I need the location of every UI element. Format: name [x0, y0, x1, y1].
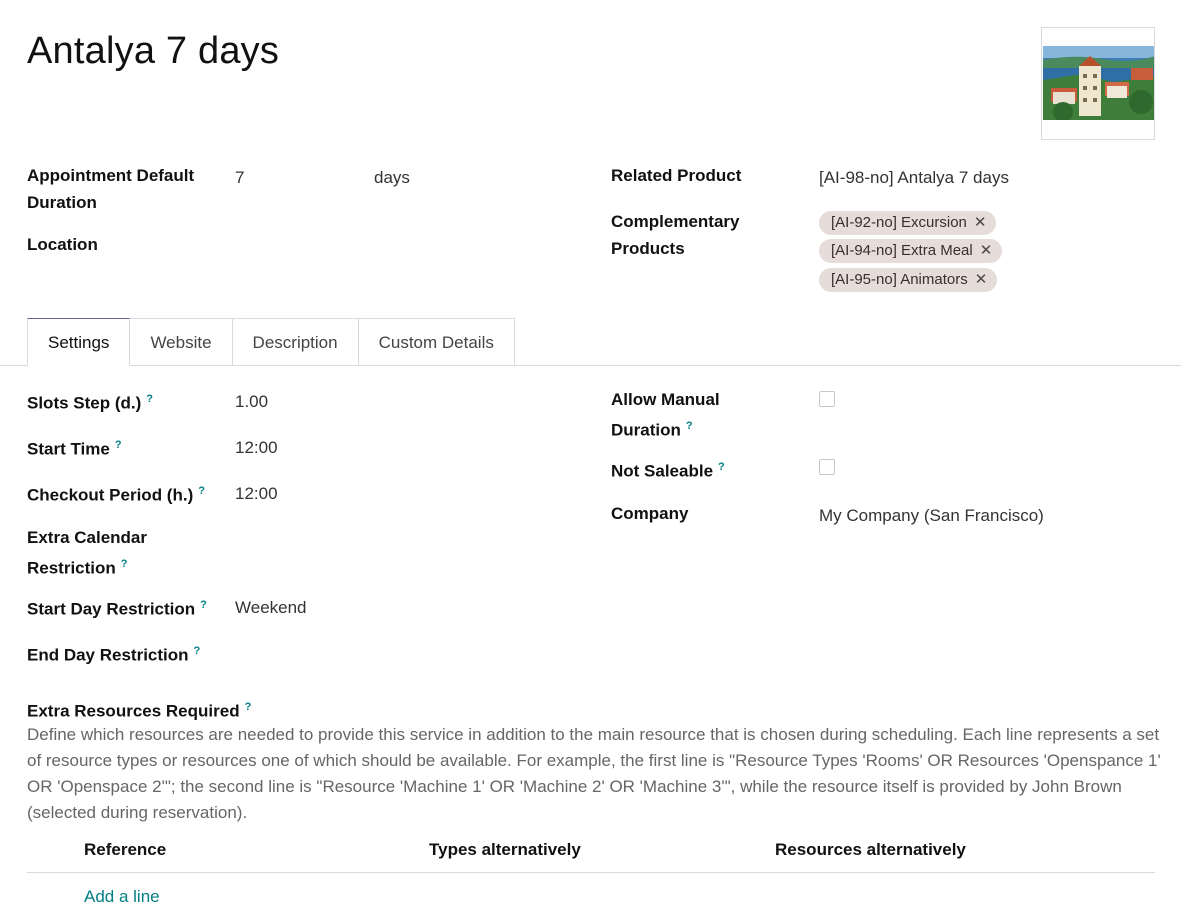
extra-resources-description: Define which resources are needed to pro… [27, 725, 1161, 822]
allow-manual-duration-label: Allow Manual Duration? [611, 390, 720, 440]
slots-step-label: Slots Step (d.)? [27, 393, 154, 413]
extra-calendar-restriction-label: Extra Calendar Restriction? [27, 528, 147, 578]
record-title[interactable]: Antalya 7 days [27, 30, 279, 73]
allow-manual-duration-checkbox[interactable] [819, 391, 835, 407]
add-line-link[interactable]: Add a line [84, 883, 160, 910]
start-time-input[interactable]: 12:00 [235, 434, 278, 461]
company-label: Company [611, 504, 689, 523]
tab-settings[interactable]: Settings [27, 318, 131, 366]
end-day-restriction-label: End Day Restriction? [27, 645, 201, 665]
tab-website[interactable]: Website [130, 318, 233, 366]
extra-resources-label: Extra Resources Required? [27, 701, 252, 721]
slots-step-input[interactable]: 1.00 [235, 388, 268, 415]
not-saleable-label: Not Saleable? [611, 461, 725, 481]
tab-custom-details[interactable]: Custom Details [358, 318, 515, 366]
tab-description[interactable]: Description [232, 318, 359, 366]
checkout-period-input[interactable]: 12:00 [235, 480, 278, 507]
resort-photo-icon [1043, 46, 1154, 120]
location-label: Location [27, 235, 98, 254]
remove-tag-icon[interactable]: ✕ [974, 214, 987, 231]
remove-tag-icon[interactable]: ✕ [975, 271, 988, 288]
help-icon[interactable]: ? [245, 701, 252, 713]
table-header-divider [27, 872, 1155, 873]
tag-label: [AI-92-no] Excursion [831, 214, 967, 231]
complementary-product-tag: [AI-92-no] Excursion ✕ [819, 211, 997, 235]
column-header-resources[interactable]: Resources alternatively [775, 836, 966, 863]
start-day-restriction-field[interactable]: Weekend [235, 594, 307, 621]
company-field[interactable]: My Company (San Francisco) [819, 502, 1044, 529]
remove-tag-icon[interactable]: ✕ [980, 242, 993, 259]
tag-label: [AI-95-no] Animators [831, 271, 968, 288]
complementary-products-label: Complementary Products [611, 212, 740, 258]
tag-label: [AI-94-no] Extra Meal [831, 242, 973, 259]
help-icon[interactable]: ? [198, 485, 205, 497]
help-icon[interactable]: ? [121, 558, 128, 570]
help-icon[interactable]: ? [200, 599, 207, 611]
help-icon[interactable]: ? [686, 420, 693, 432]
help-icon[interactable]: ? [115, 439, 122, 451]
complementary-product-tag: [AI-95-no] Animators ✕ [819, 268, 998, 292]
appointment-default-duration-label: Appointment Default Duration [27, 166, 195, 212]
checkout-period-label: Checkout Period (h.)? [27, 485, 205, 505]
complementary-product-tag: [AI-94-no] Extra Meal ✕ [819, 239, 1003, 263]
help-icon[interactable]: ? [146, 393, 153, 405]
duration-value-input[interactable]: 7 [235, 164, 244, 191]
start-time-label: Start Time? [27, 439, 122, 459]
help-icon[interactable]: ? [718, 461, 725, 473]
product-image[interactable] [1041, 27, 1155, 140]
not-saleable-checkbox[interactable] [819, 459, 835, 475]
column-header-reference[interactable]: Reference [84, 836, 166, 863]
duration-unit: days [374, 168, 410, 187]
column-header-types[interactable]: Types alternatively [429, 836, 581, 863]
start-day-restriction-label: Start Day Restriction? [27, 599, 207, 619]
related-product-field[interactable]: [AI-98-no] Antalya 7 days [819, 164, 1009, 191]
notebook-tabs: Settings Website Description Custom Deta… [27, 318, 515, 366]
related-product-label: Related Product [611, 166, 742, 185]
help-icon[interactable]: ? [194, 645, 201, 657]
